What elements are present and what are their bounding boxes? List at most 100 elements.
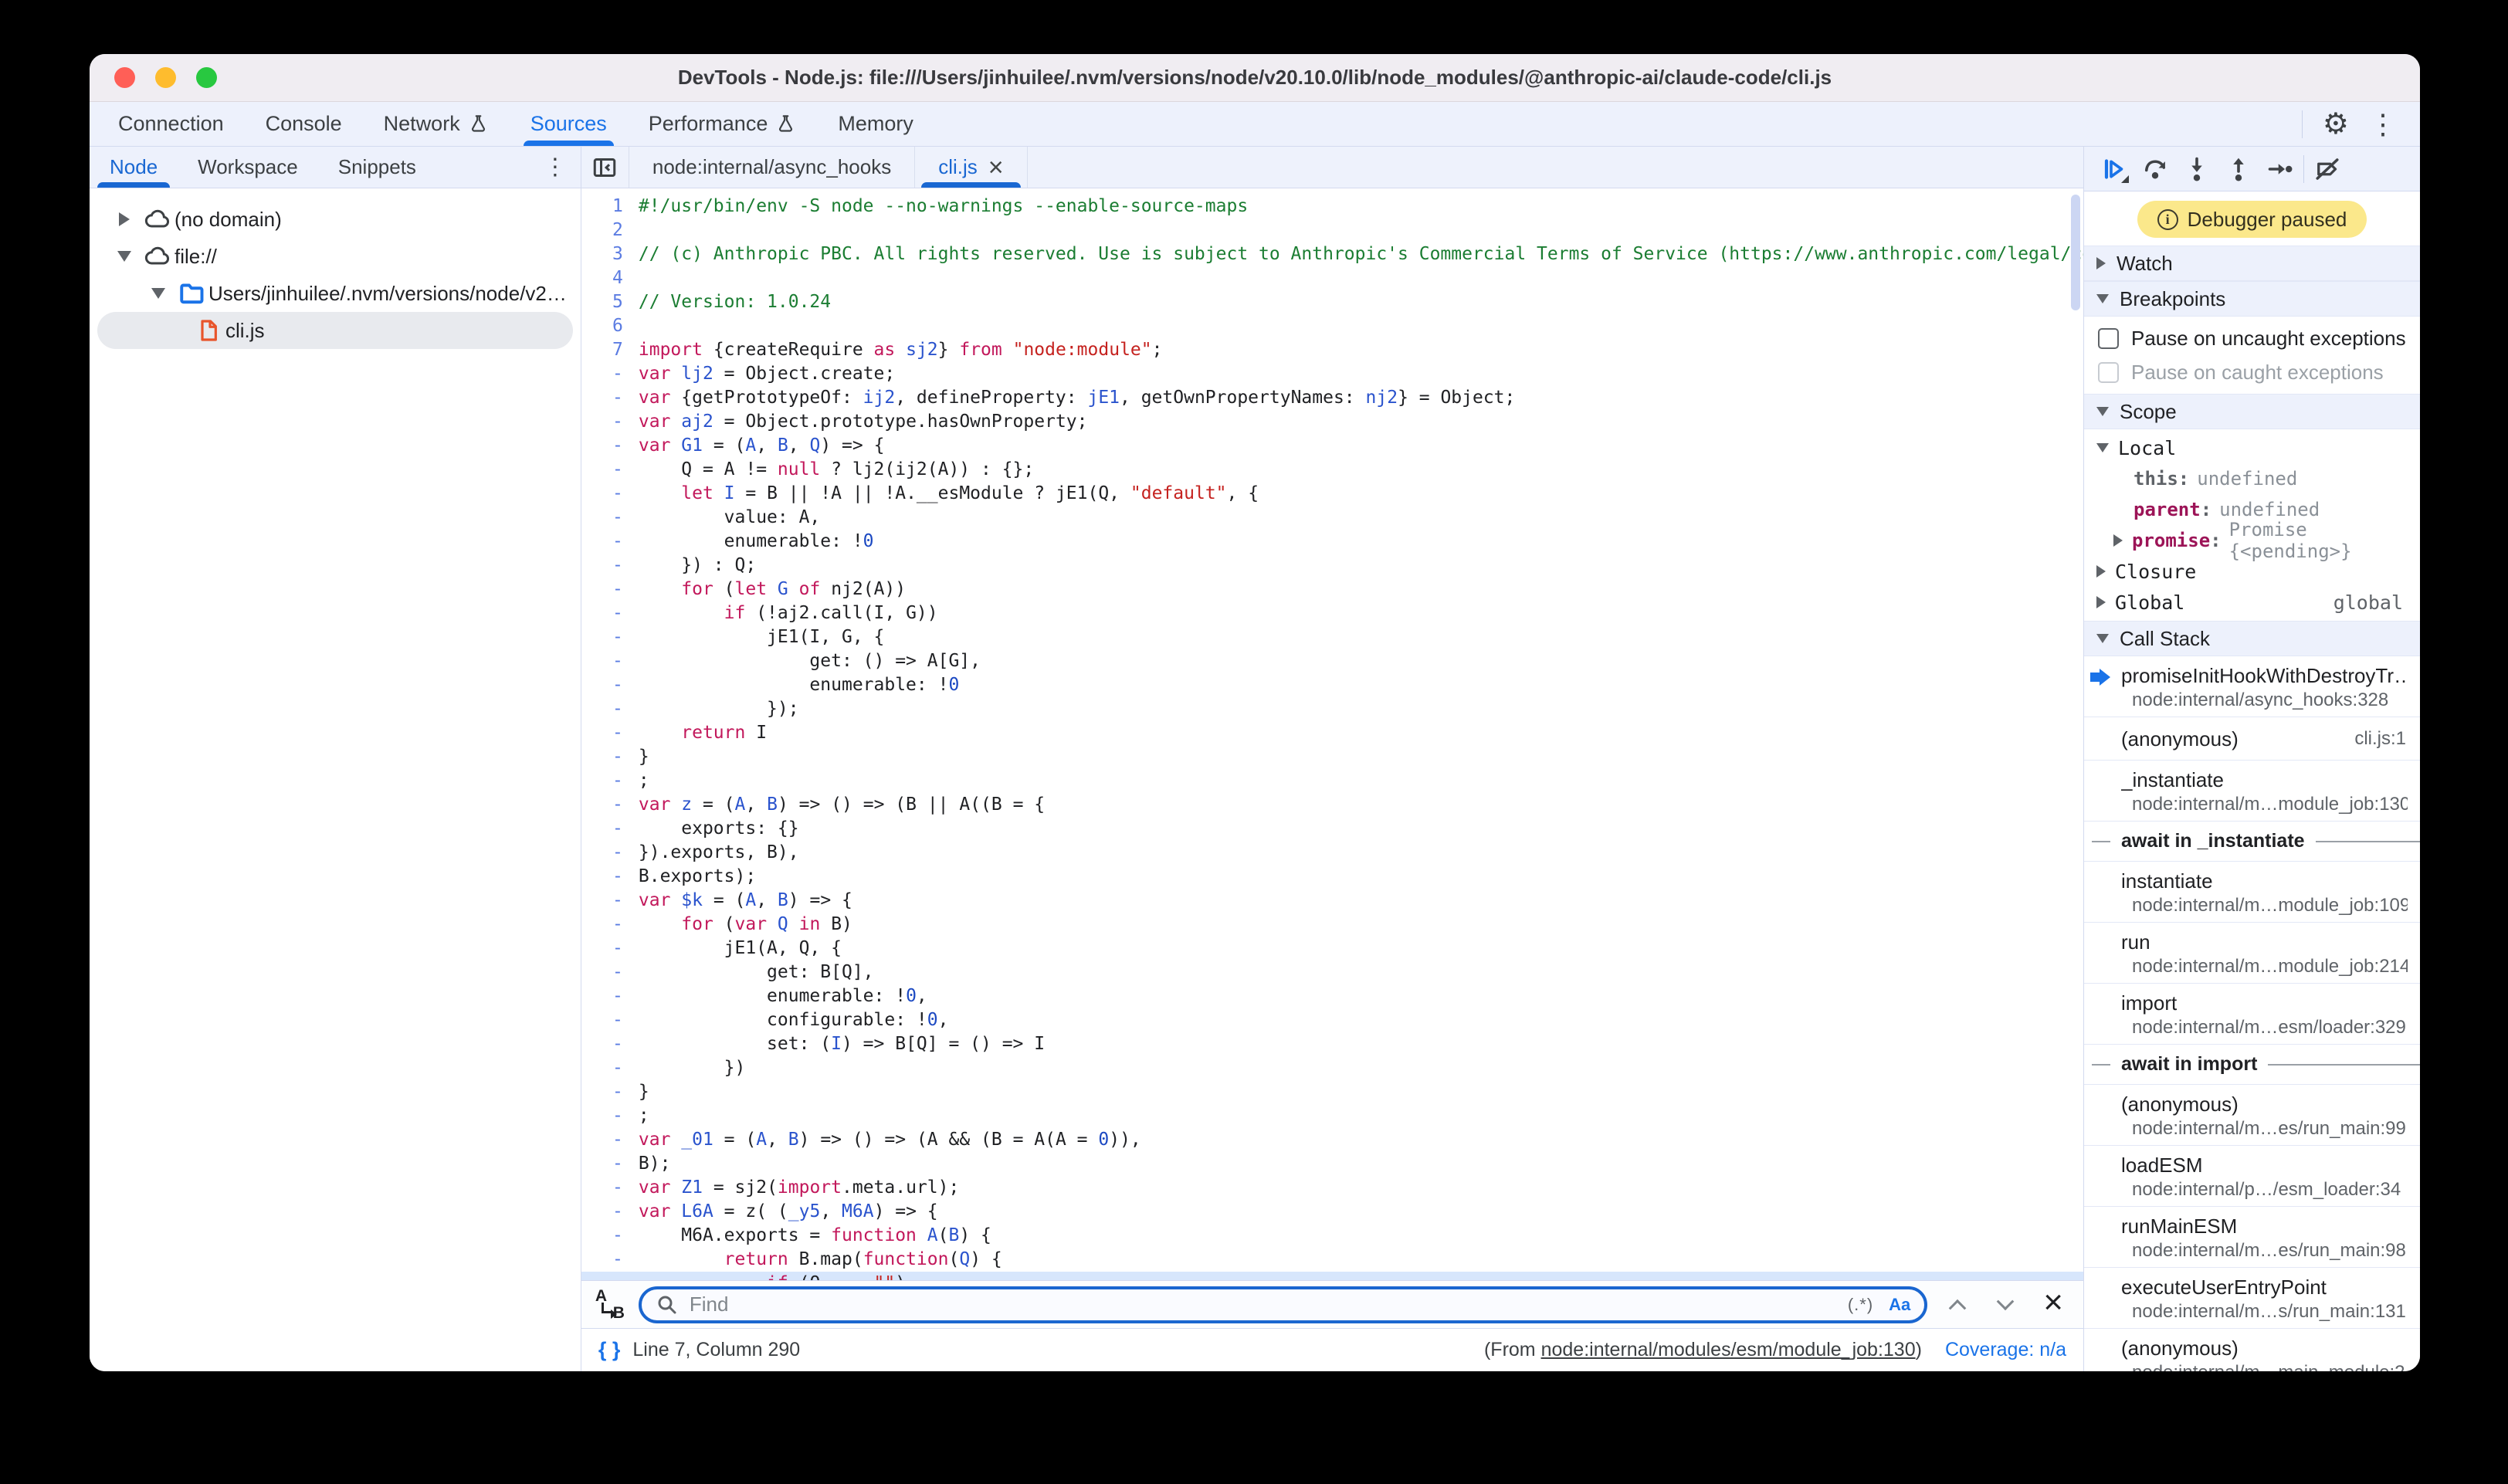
sidebar-tab-node[interactable]: Node	[90, 147, 178, 188]
scope-property-this[interactable]: this:undefined	[2084, 463, 2420, 494]
code-line-text[interactable]: Q = A != null ? lj2(ij2(A)) : {};	[639, 458, 2083, 482]
code-line-text[interactable]: ;	[639, 769, 2083, 793]
line-number-gutter[interactable]: -	[581, 386, 639, 410]
callstack-frame[interactable]: runnode:internal/m…module_job:214	[2084, 923, 2420, 984]
chevron-down-icon[interactable]	[2096, 443, 2109, 452]
checkbox[interactable]	[2098, 362, 2119, 383]
code-line-text[interactable]: for (var Q in B)	[639, 913, 2083, 937]
tree-item-cli-js[interactable]: cli.js	[97, 312, 573, 349]
code-line-text[interactable]: var Z1 = sj2(import.meta.url);	[639, 1176, 2083, 1200]
line-number-gutter[interactable]: -	[581, 554, 639, 578]
find-previous-button[interactable]	[1940, 1287, 1975, 1323]
line-number-gutter[interactable]: -	[581, 865, 639, 889]
line-number-gutter[interactable]: 4	[581, 266, 639, 290]
checkbox[interactable]	[2098, 328, 2119, 349]
sidebar-tab-workspace[interactable]: Workspace	[178, 147, 318, 188]
tab-connection[interactable]: Connection	[97, 102, 245, 146]
from-link[interactable]: node:internal/modules/esm/module_job:130	[1541, 1339, 1916, 1360]
zoom-window-button[interactable]	[196, 67, 217, 88]
code-line-text[interactable]: enumerable: !0,	[639, 984, 2083, 1008]
breakpoints-section-header[interactable]: Breakpoints	[2084, 281, 2420, 317]
callstack-frame[interactable]: executeUserEntryPointnode:internal/m…s/r…	[2084, 1268, 2420, 1329]
code-line-text[interactable]: B.exports);	[639, 865, 2083, 889]
code-line-text[interactable]: B);	[639, 1152, 2083, 1176]
line-number-gutter[interactable]: -	[581, 1176, 639, 1200]
regex-toggle[interactable]: (.*)	[1848, 1295, 1873, 1315]
line-number-gutter[interactable]: -	[581, 817, 639, 841]
tab-performance[interactable]: Performance	[628, 102, 818, 146]
tree-item-users-jinhuilee-nvm-versions-node-v2-[interactable]: Users/jinhuilee/.nvm/versions/node/v2…	[97, 275, 573, 312]
line-number-gutter[interactable]: -	[581, 625, 639, 649]
code-line-text[interactable]: exports: {}	[639, 817, 2083, 841]
tab-console[interactable]: Console	[245, 102, 363, 146]
code-line-text[interactable]: if (Q === "")	[639, 1272, 2083, 1280]
deactivate-breakpoints-button[interactable]	[2309, 151, 2346, 188]
step-into-button[interactable]	[2178, 151, 2215, 188]
resume-script-button[interactable]	[2095, 151, 2132, 188]
line-number-gutter[interactable]: -	[581, 1152, 639, 1176]
scope-group-global[interactable]: Globalglobal	[2084, 587, 2420, 618]
line-number-gutter[interactable]: -	[581, 362, 639, 386]
code-line-text[interactable]: var $k = (A, B) => {	[639, 889, 2083, 913]
tab-sources[interactable]: Sources	[510, 102, 628, 146]
chevron-right-icon[interactable]	[108, 212, 141, 226]
code-line-text[interactable]: import {createRequire as sj2} from "node…	[639, 338, 2083, 362]
code-line-text[interactable]: let I = B || !A || !A.__esModule ? jE1(Q…	[639, 482, 2083, 506]
line-number-gutter[interactable]: -	[581, 1224, 639, 1248]
hide-navigator-icon[interactable]	[581, 147, 629, 188]
line-number-gutter[interactable]: -	[581, 769, 639, 793]
chevron-down-icon[interactable]	[142, 288, 175, 299]
code-line-text[interactable]: var {getPrototypeOf: ij2, defineProperty…	[639, 386, 2083, 410]
tree-item--no-domain-[interactable]: (no domain)	[97, 201, 573, 238]
callstack-frame[interactable]: promiseInitHookWithDestroyTr…node:intern…	[2084, 656, 2420, 717]
code-line-text[interactable]: configurable: !0,	[639, 1008, 2083, 1032]
line-number-gutter[interactable]: -	[581, 434, 639, 458]
code-line-text[interactable]: jE1(I, G, {	[639, 625, 2083, 649]
replace-toggle-icon[interactable]: A B	[594, 1289, 626, 1321]
code-line-text[interactable]: get: () => A[G],	[639, 649, 2083, 673]
line-number-gutter[interactable]: -	[581, 673, 639, 697]
line-number-gutter[interactable]: -	[581, 697, 639, 721]
line-number-gutter[interactable]: -	[581, 745, 639, 769]
line-number-gutter[interactable]: -	[581, 961, 639, 984]
minimize-window-button[interactable]	[155, 67, 176, 88]
code-line-text[interactable]: var z = (A, B) => () => (B || A((B = {	[639, 793, 2083, 817]
callstack-frame[interactable]: importnode:internal/m…esm/loader:329	[2084, 984, 2420, 1045]
line-number-gutter[interactable]: 7	[581, 338, 639, 362]
chevron-right-icon[interactable]	[2113, 534, 2123, 547]
code-line-text[interactable]: var L6A = z( (_y5, M6A) => {	[639, 1200, 2083, 1224]
code-line-text[interactable]	[639, 266, 2083, 290]
line-number-gutter[interactable]: -	[581, 937, 639, 961]
line-number-gutter[interactable]: -	[581, 530, 639, 554]
line-number-gutter[interactable]: -	[581, 506, 639, 530]
step-over-button[interactable]	[2137, 151, 2174, 188]
sidebar-more-icon[interactable]: ⋮	[544, 154, 581, 181]
line-number-gutter[interactable]: -	[581, 793, 639, 817]
callstack-frame[interactable]: (anonymous)cli.js:1	[2084, 717, 2420, 761]
scope-property-promise[interactable]: promise:Promise {<pending>}	[2084, 525, 2420, 556]
callstack-frame[interactable]: (anonymous)node:internal/m…main_module:2	[2084, 1329, 2420, 1371]
code-line-text[interactable]: #!/usr/bin/env -S node --no-warnings --e…	[639, 195, 2083, 219]
tab-network[interactable]: Network	[363, 102, 510, 146]
line-number-gutter[interactable]: -	[581, 1248, 639, 1272]
line-number-gutter[interactable]: -	[581, 1080, 639, 1104]
code-line-text[interactable]	[639, 219, 2083, 242]
line-number-gutter[interactable]: -	[581, 1008, 639, 1032]
close-tab-icon[interactable]: ×	[988, 154, 1004, 181]
code-line-text[interactable]: });	[639, 697, 2083, 721]
line-number-gutter[interactable]: -	[581, 1104, 639, 1128]
code-line-text[interactable]: // Version: 1.0.24	[639, 290, 2083, 314]
code-line-text[interactable]: ;	[639, 1104, 2083, 1128]
line-number-gutter[interactable]: 6	[581, 314, 639, 338]
settings-gear-icon[interactable]: ⚙	[2323, 110, 2349, 139]
line-number-gutter[interactable]: -	[581, 1032, 639, 1056]
step-button[interactable]	[2262, 151, 2299, 188]
line-number-gutter[interactable]: -	[581, 984, 639, 1008]
code-line-text[interactable]: get: B[Q],	[639, 961, 2083, 984]
code-line-text[interactable]: var _01 = (A, B) => () => (A && (B = A(A…	[639, 1128, 2083, 1152]
callstack-section-header[interactable]: Call Stack	[2084, 621, 2420, 656]
line-number-gutter[interactable]: -	[581, 1200, 639, 1224]
scope-section-header[interactable]: Scope	[2084, 394, 2420, 429]
line-number-gutter[interactable]: 3	[581, 242, 639, 266]
code-line-text[interactable]: }) : Q;	[639, 554, 2083, 578]
